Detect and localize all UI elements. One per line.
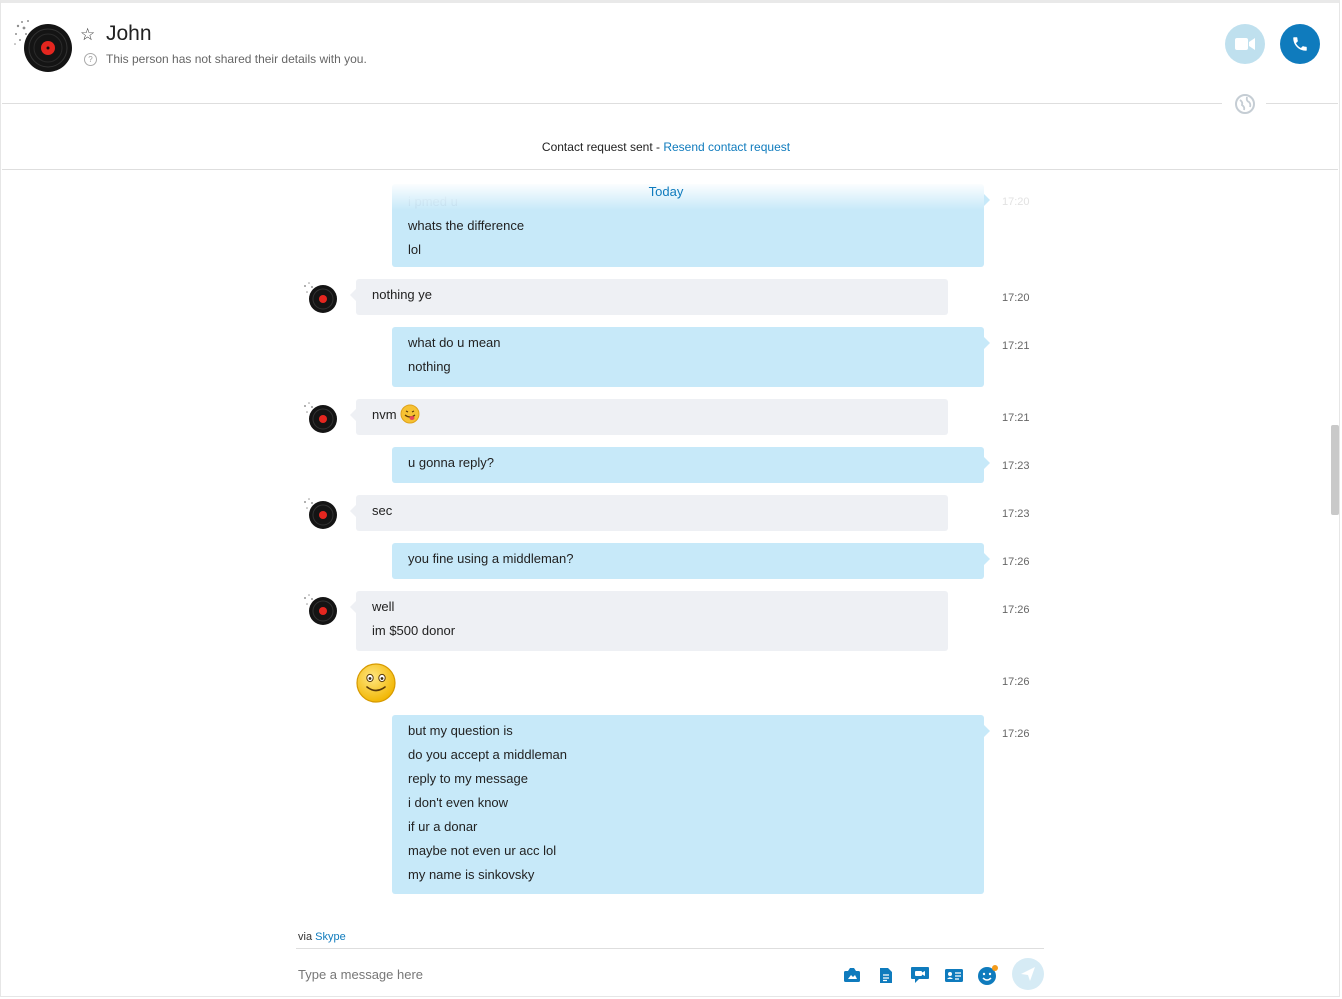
send-button[interactable]: [1012, 958, 1044, 990]
tongue-emoji-icon: [400, 404, 420, 424]
message-line: if ur a donar: [408, 819, 478, 834]
message-bubble-outgoing[interactable]: but my question is do you accept a middl…: [392, 715, 990, 894]
emoticon-icon: [978, 965, 998, 985]
message-time: 17:26: [1002, 676, 1030, 688]
send-file-icon: [880, 967, 892, 983]
video-message-button[interactable]: [909, 964, 931, 986]
message-time: 17:26: [1002, 604, 1030, 616]
via-skype-link[interactable]: Skype: [315, 931, 346, 943]
contact-request-status: Contact request sent -: [541, 140, 664, 154]
sender-avatar[interactable]: [302, 400, 340, 434]
scrollbar-thumb[interactable]: [1331, 425, 1339, 515]
message-line: well: [372, 599, 395, 614]
message-line: u gonna reply?: [408, 455, 495, 470]
message-line: whats the difference: [408, 218, 525, 233]
contact-subtitle: This person has not shared their details…: [106, 52, 367, 66]
emoticon-button[interactable]: [977, 964, 999, 986]
conversation-history[interactable]: i pmed u whats the difference lol 17:20 …: [0, 170, 1330, 898]
via-text: via: [298, 931, 316, 943]
message-time: 17:20: [1002, 292, 1030, 304]
resend-contact-request-link[interactable]: Resend contact request: [663, 140, 790, 154]
send-media-button[interactable]: [841, 964, 863, 986]
sender-avatar[interactable]: [302, 592, 340, 626]
message-line: reply to my message: [408, 771, 528, 786]
message-bubble-incoming[interactable]: sec: [350, 495, 948, 531]
message-line: my name is sinkovsky: [408, 867, 535, 882]
message-time: 17:23: [1002, 460, 1030, 472]
sender-avatar[interactable]: [302, 280, 340, 314]
message-time: 17:21: [1002, 340, 1030, 352]
message-line: but my question is: [408, 723, 513, 738]
message-line: sec: [372, 503, 393, 518]
send-icon: [1021, 967, 1035, 981]
audio-call-button[interactable]: [1280, 24, 1320, 64]
message-line: maybe not even ur acc lol: [408, 843, 557, 858]
message-line: im $500 donor: [372, 623, 456, 638]
message-line: you fine using a middleman?: [408, 551, 574, 566]
message-line: lol: [408, 242, 422, 257]
video-camera-icon: [1235, 38, 1255, 50]
send-media-icon: [844, 968, 860, 982]
day-separator: Today: [648, 184, 684, 199]
via-label: via Skype: [298, 931, 346, 943]
message-time: 17:21: [1002, 412, 1030, 424]
chat-scrollbar[interactable]: [1330, 170, 1340, 898]
message-line-with-emoji: nvm: [372, 403, 932, 427]
message-line: what do u mean: [408, 335, 501, 350]
message-bubble-outgoing[interactable]: u gonna reply?: [392, 447, 990, 483]
message-bubble-outgoing[interactable]: what do u mean nothing: [392, 327, 990, 387]
message-time: 17:26: [1002, 556, 1030, 568]
message-input[interactable]: [298, 967, 818, 982]
message-bubble-incoming[interactable]: nvm: [350, 399, 948, 435]
composer-divider: [296, 948, 1044, 949]
contact-avatar[interactable]: [12, 16, 72, 74]
header-divider: [2, 103, 1222, 104]
send-contact-button[interactable]: [943, 964, 965, 986]
globe-icon[interactable]: [1234, 93, 1256, 115]
video-call-button[interactable]: [1225, 24, 1265, 64]
contact-request-bar: Contact request sent - Resend contact re…: [0, 140, 1332, 154]
message-line: do you accept a middleman: [408, 747, 567, 762]
message-bubble-outgoing[interactable]: you fine using a middleman?: [392, 543, 990, 579]
contact-name: John: [106, 22, 152, 45]
info-icon: ?: [84, 53, 97, 66]
message-bubble-incoming[interactable]: well im $500 donor: [350, 591, 948, 651]
message-bubble-incoming[interactable]: nothing ye: [350, 279, 948, 315]
favorite-star-icon[interactable]: ☆: [80, 25, 95, 45]
smile-emoji-icon[interactable]: [355, 662, 397, 704]
message-line: nvm: [372, 407, 397, 422]
message-line: nothing ye: [372, 287, 432, 302]
message-time: 17:23: [1002, 508, 1030, 520]
message-line: nothing: [408, 359, 451, 374]
message-line: i don't even know: [408, 795, 509, 810]
send-contact-icon: [945, 968, 963, 982]
video-message-icon: [911, 967, 929, 983]
header-divider-right: [1266, 103, 1338, 104]
message-time: 17:26: [1002, 728, 1030, 740]
send-file-button[interactable]: [875, 964, 897, 986]
phone-icon: [1293, 37, 1307, 51]
sender-avatar[interactable]: [302, 496, 340, 530]
